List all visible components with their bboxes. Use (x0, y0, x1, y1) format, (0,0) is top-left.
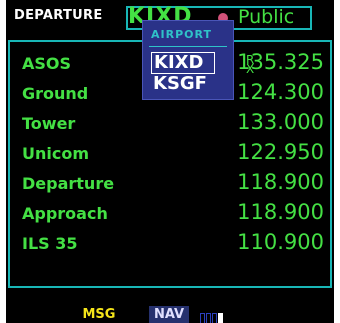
frequency-row[interactable]: Unicom 122.950 (10, 140, 334, 168)
frequency-name: Tower (22, 114, 76, 133)
rx-indicator-icon: R X (246, 53, 255, 76)
frequency-name: Approach (22, 204, 108, 223)
signal-strength-icon (200, 309, 224, 323)
frequency-value: 110.900 (237, 230, 324, 254)
gps-screen: DEPARTURE KIXD Public ASOS 135.325 Groun… (6, 0, 334, 323)
popup-divider (149, 46, 227, 47)
frequency-value: 133.000 (237, 110, 324, 134)
signal-bar (206, 313, 211, 323)
frequency-name: Ground (22, 84, 89, 103)
airport-type: Public (238, 6, 295, 28)
frequency-row[interactable]: ILS 35 110.900 (10, 230, 334, 258)
frequency-name: ILS 35 (22, 234, 78, 253)
frequency-value: 122.950 (237, 140, 324, 164)
signal-bar (218, 313, 223, 323)
signal-bar (212, 313, 217, 323)
frequency-row[interactable]: Departure 118.900 (10, 170, 334, 198)
frequency-value: 124.300 (237, 80, 324, 104)
frequency-name: Departure (22, 174, 115, 193)
popup-item-ksgf[interactable]: KSGF (151, 74, 213, 94)
frequency-row[interactable]: Tower 133.000 (10, 110, 334, 138)
frequency-row[interactable]: Approach 118.900 (10, 200, 334, 228)
msg-indicator[interactable]: MSG (68, 306, 130, 323)
frequency-value: 118.900 (237, 200, 324, 224)
airport-select-popup: AIRPORT KIXD KSGF (142, 20, 234, 100)
signal-bar (200, 313, 205, 323)
frequency-name: Unicom (22, 144, 90, 163)
frequency-value: 118.900 (237, 170, 324, 194)
status-bar: MSG NAV (6, 306, 334, 323)
nav-mode-indicator: NAV (149, 306, 189, 323)
frequency-name: ASOS (22, 54, 72, 73)
popup-item-kixd[interactable]: KIXD (151, 52, 215, 74)
page-label: DEPARTURE (14, 8, 103, 23)
popup-title: AIRPORT (151, 28, 212, 41)
